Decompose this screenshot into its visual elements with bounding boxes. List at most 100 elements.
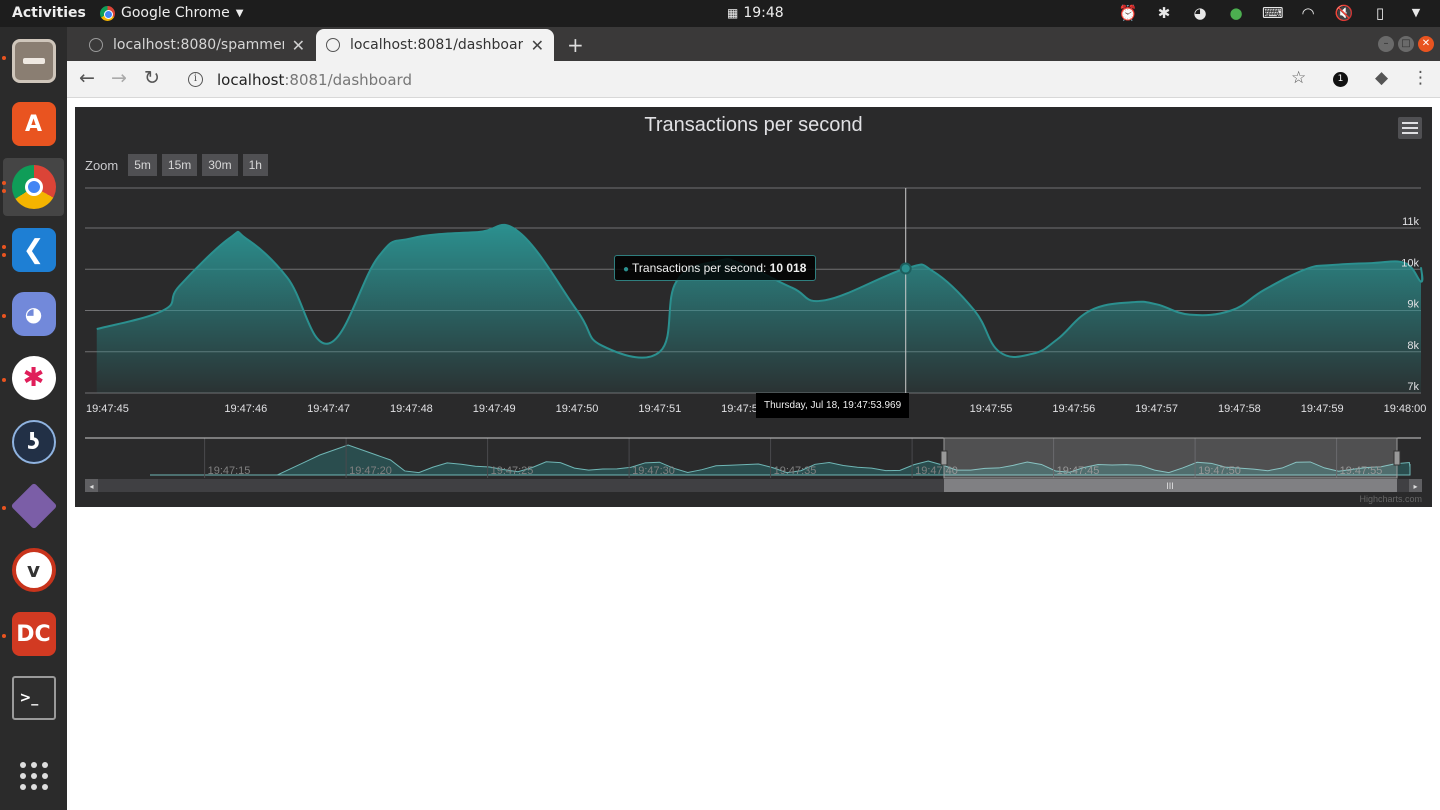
navigator-tick-label: 19:47:20 xyxy=(349,465,392,477)
grid-icon xyxy=(19,762,48,790)
tab-title: localhost:8081/dashboard xyxy=(350,37,523,53)
terminal-icon: >_ xyxy=(11,676,56,720)
y-tick-label: 9k xyxy=(1407,299,1419,311)
chart-credits[interactable]: Highcharts.com xyxy=(1359,494,1422,504)
hover-point xyxy=(899,262,912,275)
dock-slack[interactable]: ✱ xyxy=(3,349,64,407)
url-path: :8081/dashboard xyxy=(284,70,412,89)
gitkraken-icon xyxy=(10,482,57,530)
chart-tooltip: ● Transactions per second: 10 018 xyxy=(614,255,817,281)
info-icon[interactable]: i xyxy=(188,72,203,87)
clock[interactable]: ▦ 19:48 xyxy=(727,5,784,21)
maximize-button[interactable]: □ xyxy=(1398,36,1414,52)
tooltip-series-name: Transactions per second: xyxy=(632,261,770,275)
chrome-icon xyxy=(11,165,56,209)
dock-double-commander[interactable]: DC xyxy=(3,605,64,663)
extension-icon[interactable]: ◆ xyxy=(1375,68,1388,88)
dock-files[interactable] xyxy=(3,32,64,90)
navigator-right-handle[interactable] xyxy=(1393,450,1401,466)
x-tick-label: 19:47:57 xyxy=(1135,403,1178,415)
dock-vscode[interactable]: ❮ xyxy=(3,221,64,279)
close-tab-icon[interactable]: ✕ xyxy=(292,36,305,55)
address-bar[interactable]: i localhost:8081/dashboard xyxy=(175,65,1280,94)
navigator[interactable]: 19:47:15 19:47:20 19:47:25 19:47:30 19:47:35… xyxy=(85,437,1432,492)
y-tick-label: 11k xyxy=(1402,216,1419,228)
discord-icon[interactable]: ◕ xyxy=(1190,3,1210,23)
running-indicator xyxy=(2,56,6,60)
navigator-selected-range[interactable] xyxy=(943,437,1398,479)
dock-alarm-clock[interactable]: v xyxy=(3,541,64,599)
back-arrow-icon[interactable]: ← xyxy=(79,67,95,89)
x-tick-label: 19:47:51 xyxy=(638,403,681,415)
dock-gitkraken[interactable] xyxy=(3,477,64,535)
tab-spammer[interactable]: localhost:8080/spammer? ✕ xyxy=(79,29,315,61)
discord-icon: ◕ xyxy=(11,292,56,336)
x-tick-label: 19:47:50 xyxy=(556,403,599,415)
hamburger-icon-bar xyxy=(1402,132,1418,134)
dock-discord[interactable]: ◕ xyxy=(3,285,64,343)
system-tray: ⏰ ✱ ◕ ● ⌨ ◠ 🔇 ▯ ▼ xyxy=(1102,3,1426,23)
zoom-30m-button[interactable]: 30m xyxy=(202,154,238,176)
navigator-tick-label: 19:47:35 xyxy=(774,465,817,477)
zoom-1h-button[interactable]: 1h xyxy=(242,154,268,176)
activities-button[interactable]: Activities xyxy=(12,5,86,21)
calendar-icon: ▦ xyxy=(727,6,739,20)
tab-dashboard[interactable]: localhost:8081/dashboard ✕ xyxy=(316,29,554,61)
running-indicator xyxy=(2,181,6,185)
files-icon xyxy=(11,39,56,83)
reload-icon[interactable]: ↻ xyxy=(144,67,160,89)
zoom-5m-button[interactable]: 5m xyxy=(128,154,157,176)
show-applications-button[interactable] xyxy=(3,747,64,805)
tab-strip: localhost:8080/spammer? ✕ localhost:8081… xyxy=(67,27,1440,61)
app-menu-label: Google Chrome xyxy=(121,5,230,21)
alarm-clock-icon: v xyxy=(11,548,56,592)
scrollbar-grip: III xyxy=(1166,481,1174,491)
power-menu-icon[interactable]: ▼ xyxy=(1406,3,1426,23)
battery-icon[interactable]: ▯ xyxy=(1370,3,1390,23)
close-tab-icon[interactable]: ✕ xyxy=(531,36,544,55)
x-tick-label: 19:47:55 xyxy=(970,403,1013,415)
kebab-menu-icon[interactable]: ⋮ xyxy=(1412,68,1429,88)
x-tick-label: 19:47:45 xyxy=(86,403,129,415)
close-window-button[interactable]: ✕ xyxy=(1418,36,1434,52)
zoom-15m-button[interactable]: 15m xyxy=(161,154,198,176)
chart-svg[interactable]: 19:47:45 19:47:46 19:47:47 19:47:48 19:47:49… xyxy=(75,107,1432,507)
tooltip-value: 10 018 xyxy=(769,261,807,275)
keyboard-icon[interactable]: ⌨ xyxy=(1262,3,1284,23)
system-top-bar: Activities Google Chrome ▼ ▦ 19:48 ⏰ ✱ ◕… xyxy=(0,0,1440,27)
chart-context-menu-button[interactable] xyxy=(1398,117,1422,139)
globe-icon xyxy=(89,38,103,52)
crosshair-time-label: Thursday, Jul 18, 19:47:53.969 xyxy=(756,393,910,418)
password-manager-icon[interactable]: 1 xyxy=(1333,72,1348,87)
y-tick-label: 7k xyxy=(1407,381,1419,393)
y-tick-label: 10k xyxy=(1401,257,1419,269)
forward-arrow-icon[interactable]: → xyxy=(111,67,127,89)
navigator-tick-label: 19:47:25 xyxy=(491,465,534,477)
new-tab-button[interactable]: + xyxy=(567,33,584,57)
dock-terminal[interactable]: >_ xyxy=(3,669,64,727)
dock-software-center[interactable]: A xyxy=(3,95,64,153)
minimize-button[interactable]: – xyxy=(1378,36,1394,52)
navigator-left-handle[interactable] xyxy=(940,450,948,466)
x-tick-label: 19:47:46 xyxy=(224,403,267,415)
volume-mute-icon[interactable]: 🔇 xyxy=(1334,3,1354,23)
bookmark-star-icon[interactable]: ☆ xyxy=(1291,68,1306,88)
alarm-clock-icon[interactable]: ⏰ xyxy=(1118,3,1138,23)
chevron-down-icon: ▼ xyxy=(235,7,244,19)
running-indicator xyxy=(2,634,6,638)
running-indicator xyxy=(2,314,6,318)
x-tick-label: 19:47:47 xyxy=(307,403,350,415)
clock-label: 19:48 xyxy=(743,5,784,21)
scroll-left-arrow-icon: ◂ xyxy=(89,482,93,491)
color-icon[interactable]: ● xyxy=(1226,3,1246,23)
dock-chrome[interactable] xyxy=(3,158,64,216)
vscode-icon: ❮ xyxy=(11,228,56,272)
zoom-label: Zoom xyxy=(85,157,119,173)
app-menu[interactable]: Google Chrome ▼ xyxy=(100,5,243,21)
dock-kite[interactable]: ʖ xyxy=(3,413,64,471)
running-indicator xyxy=(2,245,6,249)
dock: A ❮ ◕ ✱ ʖ v DC >_ xyxy=(0,27,67,810)
x-tick-label: 19:47:49 xyxy=(473,403,516,415)
slack-icon[interactable]: ✱ xyxy=(1154,3,1174,23)
wifi-icon[interactable]: ◠ xyxy=(1298,3,1318,23)
